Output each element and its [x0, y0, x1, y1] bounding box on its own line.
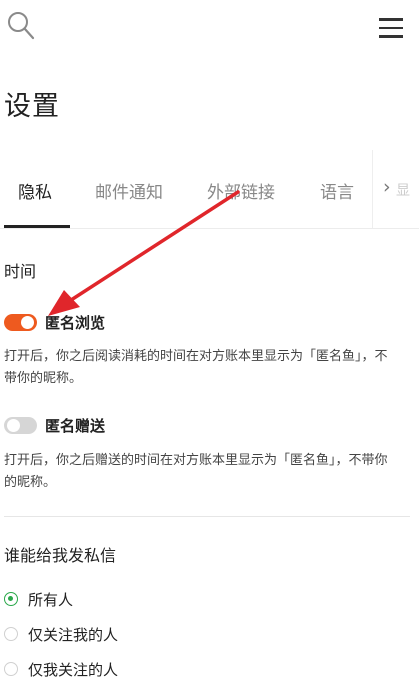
tab-divider — [372, 150, 373, 228]
anonymous-gift-toggle[interactable] — [4, 417, 37, 434]
top-bar — [0, 0, 419, 60]
tab-overflow-partial: 显 — [396, 183, 410, 199]
anonymous-browse-label: 匿名浏览 — [45, 314, 106, 332]
anonymous-browse-toggle[interactable] — [4, 314, 37, 331]
radio-label: 仅关注我的人 — [28, 626, 119, 644]
anonymous-browse-description: 打开后，你之后阅读消耗的时间在对方账本里显示为「匿名鱼」，不带你的昵称。 — [4, 349, 388, 386]
tab-email-notification[interactable]: 邮件通知 — [95, 178, 163, 203]
messages-section-title: 谁能给我发私信 — [4, 546, 117, 565]
time-section-title: 时间 — [4, 262, 37, 281]
section-divider — [4, 516, 410, 517]
hamburger-menu-icon[interactable] — [379, 18, 403, 38]
radio-button[interactable] — [4, 592, 18, 606]
annotation-arrow — [48, 190, 240, 316]
tab-privacy[interactable]: 隐私 — [18, 178, 52, 203]
radio-label: 所有人 — [28, 591, 74, 609]
search-icon[interactable] — [6, 10, 36, 42]
tab-language[interactable]: 语言 — [320, 178, 354, 203]
anonymous-gift-description: 打开后，你之后赠送的时间在对方账本里显示为「匿名鱼」，不带你的昵称。 — [4, 453, 388, 490]
anonymous-gift-label: 匿名赠送 — [45, 417, 106, 435]
tab-external-links[interactable]: 外部链接 — [207, 178, 275, 203]
radio-button[interactable] — [4, 627, 18, 641]
settings-tabs: 隐私 邮件通知 外部链接 语言 › 显 — [0, 150, 419, 229]
radio-button[interactable] — [4, 662, 18, 676]
radio-label: 仅我关注的人 — [28, 661, 119, 679]
page-title: 设置 — [4, 91, 60, 122]
tabs-next-chevron-icon[interactable]: › — [383, 176, 391, 198]
active-tab-indicator — [4, 225, 70, 228]
